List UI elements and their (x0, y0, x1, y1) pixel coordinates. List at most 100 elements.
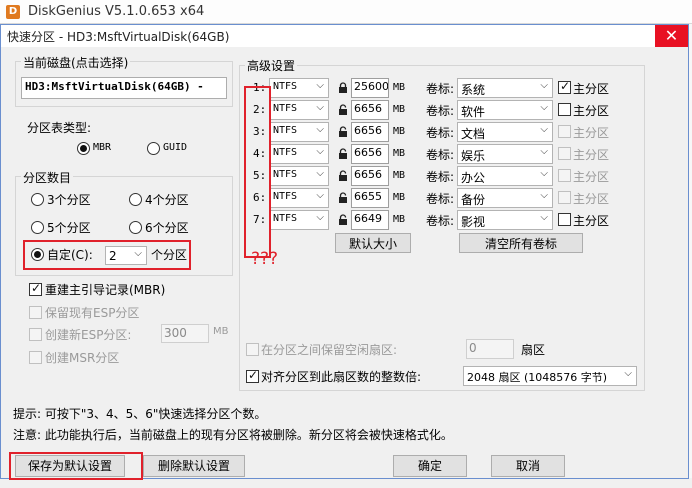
volume-label-value: 备份 (461, 193, 486, 207)
size-unit: MB (393, 126, 406, 137)
primary-partition-checkbox[interactable] (558, 125, 571, 138)
size-unit: MB (393, 170, 406, 181)
primary-partition-label: 主分区 (573, 104, 610, 118)
radio-4-partitions-label: 4个分区 (145, 193, 189, 207)
primary-partition-checkbox[interactable] (558, 103, 571, 116)
lock-open-icon[interactable] (338, 104, 348, 116)
default-size-button[interactable]: 默认大小 (335, 233, 411, 253)
volume-label-caption: 卷标: (426, 170, 455, 184)
primary-partition-checkbox[interactable] (558, 147, 571, 160)
chevron-down-icon: ⌵ (540, 146, 548, 157)
radio-6-partitions-label: 6个分区 (145, 221, 189, 235)
radio-6-partitions[interactable] (129, 221, 142, 234)
custom-count-select[interactable]: 2 ⌵ (105, 246, 147, 265)
esp-size-input[interactable]: 300 (161, 324, 209, 343)
chevron-down-icon: ⌵ (316, 190, 324, 201)
partition-size-input[interactable]: 6656 (351, 144, 389, 164)
lock-open-icon[interactable] (338, 126, 348, 138)
radio-mbr-label: MBR (93, 142, 112, 153)
save-default-button[interactable]: 保存为默认设置 (15, 455, 125, 477)
primary-partition-checkbox[interactable] (558, 79, 571, 94)
rebuild-mbr-label: 重建主引导记录(MBR) (45, 283, 166, 297)
size-unit: MB (393, 104, 406, 115)
filesystem-select[interactable]: NTFS ⌵ (269, 210, 329, 230)
dialog-title-bar: 快速分区 - HD3:MsftVirtualDisk(64GB) ✕ (1, 25, 688, 47)
radio-guid-label: GUID (163, 142, 188, 153)
ok-button[interactable]: 确定 (393, 455, 467, 477)
partition-size-input[interactable]: 6656 (351, 100, 389, 120)
filesystem-value: NTFS (273, 169, 298, 180)
radio-3-partitions[interactable] (31, 193, 44, 206)
partition-size-input[interactable]: 6656 (351, 122, 389, 142)
clear-all-labels-button[interactable]: 清空所有卷标 (459, 233, 583, 253)
volume-label-select[interactable]: 系统 ⌵ (457, 78, 553, 98)
volume-label-caption: 卷标: (426, 82, 455, 96)
partition-size-input[interactable]: 6649 (351, 210, 389, 230)
filesystem-select[interactable]: NTFS ⌵ (269, 78, 329, 98)
volume-label-select[interactable]: 娱乐 ⌵ (457, 144, 553, 164)
partition-count-label: 分区数目 (21, 169, 74, 186)
primary-partition-label: 主分区 (573, 148, 610, 162)
cancel-button[interactable]: 取消 (491, 455, 565, 477)
radio-custom-count[interactable] (31, 248, 44, 261)
align-sectors-select[interactable]: 2048 扇区 (1048576 字节) ⌵ (463, 366, 637, 386)
primary-partition-checkbox[interactable] (558, 213, 571, 226)
filesystem-select[interactable]: NTFS ⌵ (269, 166, 329, 186)
keep-esp-label: 保留现有ESP分区 (45, 306, 140, 320)
lock-open-icon[interactable] (338, 148, 348, 160)
close-icon[interactable]: ✕ (655, 25, 688, 47)
partition-size-input[interactable]: 25600 (351, 78, 389, 98)
lock-open-icon[interactable] (338, 214, 348, 226)
partition-size-input[interactable]: 6656 (351, 166, 389, 186)
checkbox-align-partitions[interactable] (246, 368, 259, 383)
advanced-settings-label: 高级设置 (245, 57, 298, 74)
size-unit: MB (393, 148, 406, 159)
checkbox-keep-free-sectors[interactable] (246, 343, 259, 356)
filesystem-select[interactable]: NTFS ⌵ (269, 144, 329, 164)
primary-partition-checkbox[interactable] (558, 169, 571, 182)
chevron-down-icon: ⌵ (540, 168, 548, 179)
primary-partition-label: 主分区 (573, 214, 610, 228)
current-disk-select[interactable]: HD3:MsftVirtualDisk(64GB) - (21, 77, 227, 99)
lock-closed-icon[interactable] (338, 82, 348, 94)
volume-label-select[interactable]: 影视 ⌵ (457, 210, 553, 230)
volume-label-caption: 卷标: (426, 148, 455, 162)
checkbox-create-esp[interactable] (29, 328, 42, 341)
size-unit: MB (393, 214, 406, 225)
checkbox-keep-esp[interactable] (29, 306, 42, 319)
chevron-down-icon: ⌵ (316, 212, 324, 223)
filesystem-value: NTFS (273, 81, 298, 92)
custom-count-value: 2 (109, 249, 117, 263)
radio-mbr[interactable] (77, 142, 90, 155)
keep-free-sectors-unit: 扇区 (521, 343, 546, 357)
filesystem-select[interactable]: NTFS ⌵ (269, 188, 329, 208)
dialog-title: 快速分区 - HD3:MsftVirtualDisk(64GB) (7, 30, 230, 44)
delete-default-button[interactable]: 删除默认设置 (143, 455, 245, 477)
chevron-down-icon: ⌵ (316, 124, 324, 135)
primary-partition-checkbox[interactable] (558, 191, 571, 204)
volume-label-select[interactable]: 文档 ⌵ (457, 122, 553, 142)
volume-label-value: 文档 (461, 127, 486, 141)
question-annotation: ??? (251, 249, 279, 269)
volume-label-value: 软件 (461, 105, 486, 119)
lock-open-icon[interactable] (338, 192, 348, 204)
radio-4-partitions[interactable] (129, 193, 142, 206)
filesystem-select[interactable]: NTFS ⌵ (269, 122, 329, 142)
radio-5-partitions-label: 5个分区 (47, 221, 91, 235)
index-column-highlight (244, 86, 271, 258)
volume-label-select[interactable]: 办公 ⌵ (457, 166, 553, 186)
checkbox-create-msr[interactable] (29, 351, 42, 364)
filesystem-select[interactable]: NTFS ⌵ (269, 100, 329, 120)
partition-size-input[interactable]: 6655 (351, 188, 389, 208)
radio-guid[interactable] (147, 142, 160, 155)
diskgenius-logo-icon: D (6, 5, 20, 19)
lock-open-icon[interactable] (338, 170, 348, 182)
radio-5-partitions[interactable] (31, 221, 44, 234)
volume-label-select[interactable]: 软件 ⌵ (457, 100, 553, 120)
keep-free-sectors-input[interactable]: 0 (466, 339, 514, 359)
filesystem-value: NTFS (273, 191, 298, 202)
chevron-down-icon: ⌵ (134, 248, 142, 259)
volume-label-select[interactable]: 备份 ⌵ (457, 188, 553, 208)
checkbox-rebuild-mbr[interactable] (29, 281, 42, 296)
filesystem-value: NTFS (273, 213, 298, 224)
